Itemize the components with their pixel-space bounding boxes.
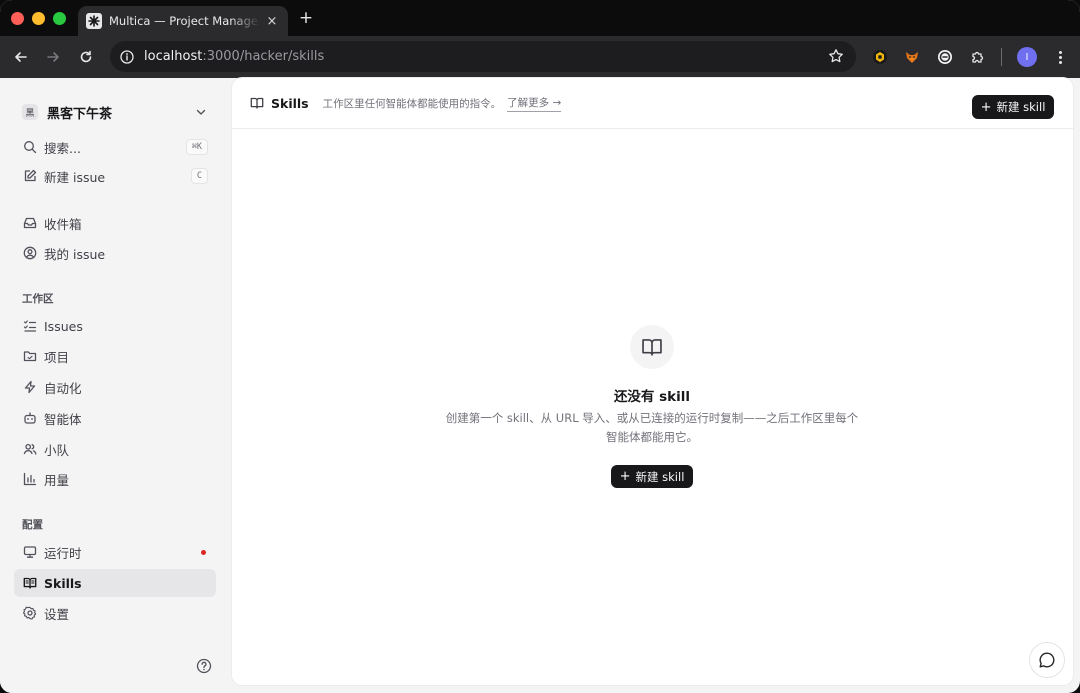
url-text: localhost:3000/hacker/skills — [144, 49, 324, 64]
back-button[interactable] — [11, 47, 31, 67]
toolbar-divider — [1001, 48, 1002, 66]
arrow-right-icon — [47, 52, 59, 62]
new-skill-empty-button[interactable]: + 新建 skill — [611, 465, 693, 488]
search-label: 搜索... — [44, 140, 81, 156]
plus-icon: + — [980, 99, 992, 115]
book-open-icon — [642, 339, 662, 356]
sidebar-item-inbox[interactable]: 收件箱 — [14, 209, 216, 237]
extension-fox-icon[interactable] — [902, 47, 922, 67]
workspace-name: 黑客下午茶 — [47, 106, 113, 122]
folder-icon — [22, 349, 37, 364]
tab-close-icon[interactable]: × — [264, 14, 280, 29]
arrow-left-icon — [15, 52, 27, 62]
sidebar-item-skills[interactable]: Skills — [14, 569, 216, 597]
maximize-window-button[interactable] — [53, 12, 66, 25]
sidebar-item-issues[interactable]: Issues — [14, 312, 216, 340]
reload-button[interactable] — [76, 47, 96, 67]
automation-label: 自动化 — [44, 380, 82, 396]
config-section-label: 配置 — [22, 519, 43, 531]
search-icon — [22, 140, 37, 155]
projects-label: 项目 — [44, 349, 70, 365]
site-info-icon[interactable] — [119, 49, 134, 64]
edit-icon — [22, 169, 37, 184]
profile-avatar[interactable]: I — [1017, 47, 1037, 67]
minimize-window-button[interactable] — [32, 12, 45, 25]
chat-button[interactable] — [1029, 642, 1065, 678]
bar-chart-icon — [22, 472, 37, 487]
zap-icon — [22, 380, 37, 395]
runtime-label: 运行时 — [44, 545, 82, 561]
search-button[interactable]: 搜索... ⌘K — [14, 133, 216, 161]
chevron-down-icon — [196, 109, 206, 115]
gear-icon — [22, 606, 37, 621]
address-bar[interactable]: localhost:3000/hacker/skills — [110, 41, 856, 72]
monitor-icon — [22, 545, 37, 560]
usage-label: 用量 — [44, 472, 70, 488]
list-checks-icon — [22, 319, 37, 334]
empty-state-icon — [630, 325, 674, 369]
sidebar-item-automation[interactable]: 自动化 — [14, 373, 216, 401]
user-circle-icon — [22, 246, 37, 261]
runtime-status-dot — [201, 549, 206, 555]
new-tab-button[interactable]: + — [296, 8, 316, 28]
tab-strip: Multica — Project Management × + — [0, 0, 1080, 36]
page-header: Skills 工作区里任何智能体都能使用的指令。 了解更多 → + 新建 ski… — [232, 78, 1073, 129]
extension-chat-icon[interactable] — [935, 47, 955, 67]
search-shortcut: ⌘K — [185, 139, 208, 155]
help-icon[interactable] — [196, 658, 212, 674]
browser-window: Multica — Project Management × + localho… — [0, 0, 1080, 693]
bot-icon — [22, 411, 37, 426]
new-issue-button[interactable]: 新建 issue C — [14, 162, 216, 190]
tab-title: Multica — Project Management — [109, 14, 260, 28]
new-skill-empty-label: 新建 skill — [635, 469, 685, 484]
sidebar-item-squads[interactable]: 小队 — [14, 435, 216, 463]
inbox-label: 收件箱 — [44, 216, 82, 232]
empty-state-title: 还没有 skill — [613, 389, 691, 405]
my-issues-label: 我的 issue — [44, 246, 106, 262]
forward-button[interactable] — [43, 47, 63, 67]
workspace-avatar: 黑 — [22, 104, 38, 120]
extensions-puzzle-icon[interactable] — [968, 47, 988, 67]
message-circle-icon — [1039, 652, 1055, 668]
sidebar-item-settings[interactable]: 设置 — [14, 599, 216, 627]
new-skill-header-label: 新建 skill — [996, 100, 1046, 114]
book-open-icon — [250, 97, 264, 109]
settings-label: 设置 — [44, 606, 70, 622]
reload-icon — [80, 50, 92, 63]
sidebar-item-agents[interactable]: 智能体 — [14, 404, 216, 432]
book-open-icon — [22, 576, 37, 591]
sidebar-item-runtime[interactable]: 运行时 — [14, 538, 216, 566]
sidebar-item-usage[interactable]: 用量 — [14, 465, 216, 493]
sidebar-item-projects[interactable]: 项目 — [14, 342, 216, 370]
inbox-icon — [22, 216, 37, 231]
url-host: localhost — [144, 49, 203, 64]
plus-icon: + — [619, 469, 631, 484]
browser-toolbar: localhost:3000/hacker/skills — [0, 36, 1080, 78]
main-panel: Skills 工作区里任何智能体都能使用的指令。 了解更多 → + 新建 ski… — [232, 78, 1073, 685]
squads-label: 小队 — [44, 442, 70, 458]
users-icon — [22, 442, 37, 457]
workspace-switcher[interactable]: 黑 黑客下午茶 — [14, 98, 216, 126]
workspace-section-label: 工作区 — [22, 293, 54, 305]
bookmark-star-icon[interactable] — [828, 48, 844, 64]
close-window-button[interactable] — [11, 12, 24, 25]
new-skill-header-button[interactable]: + 新建 skill — [972, 95, 1054, 119]
browser-tab-active[interactable]: Multica — Project Management × — [78, 6, 288, 36]
page-description: 工作区里任何智能体都能使用的指令。 — [322, 97, 502, 110]
page-title: Skills — [271, 95, 309, 111]
url-path: :3000/hacker/skills — [202, 49, 325, 64]
multica-favicon-icon — [86, 13, 102, 29]
learn-more-link[interactable]: 了解更多 → — [507, 95, 562, 112]
sidebar: 黑 黑客下午茶 搜索... ⌘K 新建 issue C 收件箱 我的 issue… — [0, 78, 232, 693]
extension-bee-icon[interactable] — [870, 47, 890, 67]
skills-label: Skills — [44, 575, 82, 591]
empty-state-description: 创建第一个 skill、从 URL 导入、或从已连接的运行时复制——之后工作区里… — [445, 411, 859, 444]
issues-label: Issues — [44, 318, 83, 334]
new-issue-shortcut: C — [190, 168, 208, 184]
browser-menu-icon[interactable] — [1051, 47, 1069, 67]
new-issue-label: 新建 issue — [44, 169, 106, 185]
agents-label: 智能体 — [44, 411, 82, 427]
sidebar-item-my-issues[interactable]: 我的 issue — [14, 239, 216, 267]
